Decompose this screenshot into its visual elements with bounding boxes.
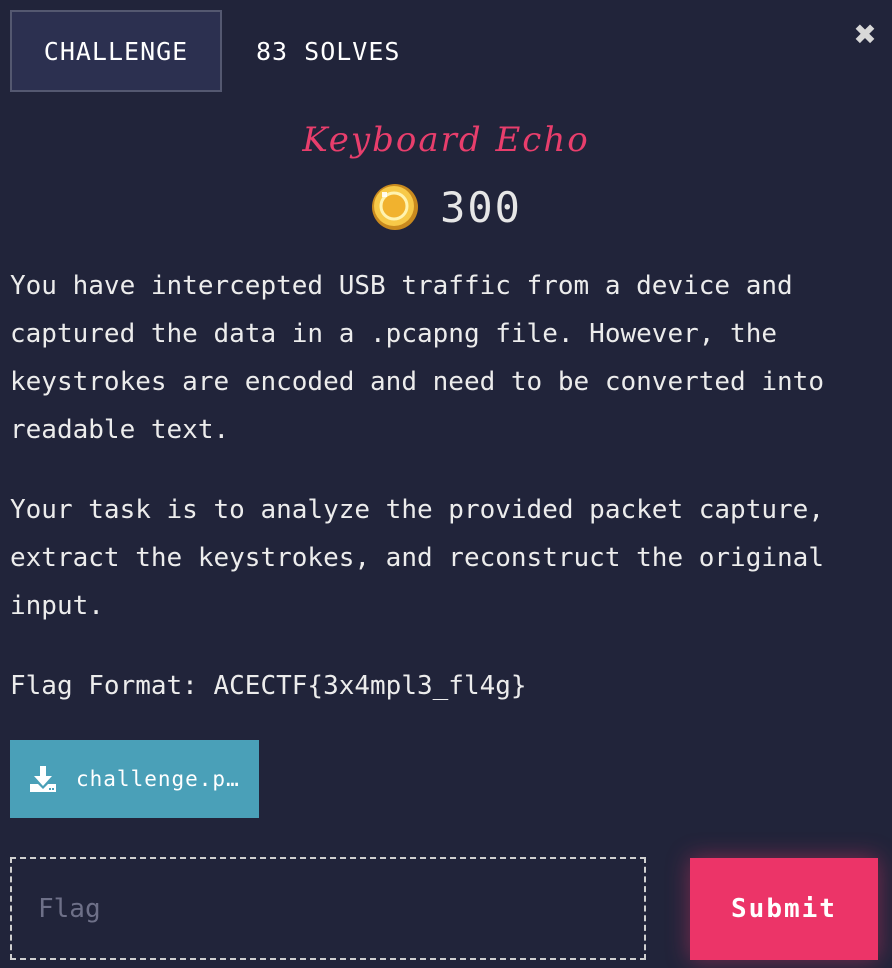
description-paragraph: Your task is to analyze the provided pac… (10, 495, 824, 621)
challenge-description: You have intercepted USB traffic from a … (10, 262, 882, 742)
submit-button[interactable]: Submit (690, 858, 878, 960)
description-paragraph: You have intercepted USB traffic from a … (10, 271, 824, 445)
download-file-button[interactable]: challenge.p… (10, 740, 259, 818)
tab-challenge[interactable]: CHALLENGE (10, 10, 222, 92)
download-file-label: challenge.p… (76, 767, 240, 791)
coin-icon (372, 184, 419, 230)
flag-input[interactable] (10, 857, 646, 960)
challenge-tabs: CHALLENGE 83 SOLVES (10, 10, 400, 92)
points-value: 300 (440, 182, 522, 232)
challenge-title: Keyboard Echo (302, 120, 590, 160)
flag-format-text: Flag Format: ACECTF{3x4mpl3_fl4g} (10, 671, 527, 701)
close-icon[interactable]: ✖ (852, 21, 878, 49)
tab-solves[interactable]: 83 SOLVES (222, 10, 400, 92)
challenge-points: 300 (0, 182, 892, 232)
download-icon (30, 766, 56, 792)
